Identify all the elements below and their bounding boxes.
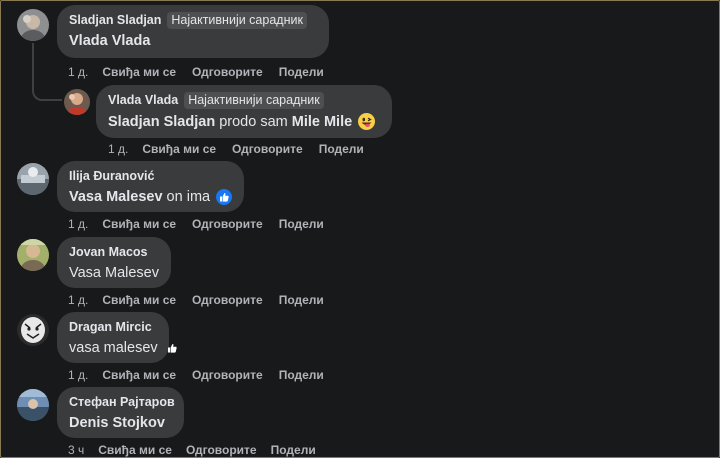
share-button[interactable]: Подели bbox=[279, 65, 324, 79]
comment-bubble: Vlada Vlada Најактивнији сарадник Sladja… bbox=[96, 85, 392, 138]
comment-actions: 3 ч Свиђа ми се Одговорите Подели bbox=[68, 443, 316, 457]
comment-text: Vasa Malesev bbox=[69, 265, 159, 281]
comment-text: Denis Stojkov bbox=[69, 415, 172, 431]
comment-author[interactable]: Стефан Рајтаров bbox=[69, 395, 175, 409]
reply-button[interactable]: Одговорите bbox=[192, 368, 263, 382]
share-button[interactable]: Подели bbox=[279, 368, 324, 382]
like-button[interactable]: Свиђа ми се bbox=[142, 142, 216, 156]
comment-bubble: Стефан Рајтаров Denis Stojkov bbox=[57, 387, 184, 438]
avatar[interactable] bbox=[64, 89, 90, 115]
comments-panel: Sladjan Sladjan Најактивнији сарадник Vl… bbox=[0, 0, 720, 458]
comment-bubble: Jovan Macos Vasa Malesev bbox=[57, 237, 171, 288]
comment-text-part: vasa malesev bbox=[69, 340, 158, 356]
share-button[interactable]: Подели bbox=[271, 443, 316, 457]
reply-button[interactable]: Одговорите bbox=[192, 65, 263, 79]
share-button[interactable]: Подели bbox=[279, 217, 324, 231]
like-button[interactable]: Свиђа ми се bbox=[102, 65, 176, 79]
comment-actions: 1 д. Свиђа ми се Одговорите Подели bbox=[68, 65, 324, 79]
reply-thread-line bbox=[32, 43, 62, 101]
comment-author[interactable]: Dragan Mircic bbox=[69, 320, 152, 334]
reply-button[interactable]: Одговорите bbox=[192, 293, 263, 307]
comment-text: Sladjan Sladjan prodo sam Mile Mile bbox=[108, 113, 380, 130]
like-button[interactable]: Свиђа ми се bbox=[102, 293, 176, 307]
comment-text: Vlada Vlada bbox=[69, 33, 317, 49]
share-button[interactable]: Подели bbox=[279, 293, 324, 307]
mention-link[interactable]: Vlada Vlada bbox=[69, 33, 150, 49]
comment-author[interactable]: Vlada Vlada bbox=[108, 93, 178, 107]
like-button[interactable]: Свиђа ми се bbox=[102, 217, 176, 231]
reply-button[interactable]: Одговорите bbox=[232, 142, 303, 156]
comment-author[interactable]: Jovan Macos bbox=[69, 245, 148, 259]
comment-actions: 1 д. Свиђа ми се Одговорите Подели bbox=[68, 293, 324, 307]
mention-link[interactable]: Vasa Malesev bbox=[69, 189, 163, 205]
mention-link[interactable]: Mile Mile bbox=[292, 114, 352, 130]
comment-timestamp[interactable]: 3 ч bbox=[68, 443, 84, 457]
comment-actions: 1 д. Свиђа ми се Одговорите Подели bbox=[68, 368, 324, 382]
comment-text: Vasa Malesev on ima bbox=[69, 189, 232, 205]
like-button[interactable]: Свиђа ми се bbox=[102, 368, 176, 382]
like-button[interactable]: Свиђа ми се bbox=[98, 443, 172, 457]
mention-link[interactable]: Sladjan Sladjan bbox=[108, 114, 215, 130]
comment-author[interactable]: Sladjan Sladjan bbox=[69, 13, 161, 27]
grinning-tongue-emoji-icon bbox=[358, 113, 376, 130]
comment-timestamp[interactable]: 1 д. bbox=[108, 142, 128, 156]
comment-text-part: prodo sam bbox=[215, 113, 292, 130]
comment-bubble: Sladjan Sladjan Најактивнији сарадник Vl… bbox=[57, 5, 329, 58]
comment-text-part: on ima bbox=[162, 189, 211, 205]
mention-link[interactable]: Denis Stojkov bbox=[69, 415, 165, 431]
avatar[interactable] bbox=[17, 389, 49, 421]
comment-timestamp[interactable]: 1 д. bbox=[68, 65, 88, 79]
avatar[interactable] bbox=[17, 163, 49, 195]
reply-button[interactable]: Одговорите bbox=[186, 443, 257, 457]
comment-timestamp[interactable]: 1 д. bbox=[68, 368, 88, 382]
avatar[interactable] bbox=[17, 239, 49, 271]
top-contributor-badge: Најактивнији сарадник bbox=[184, 91, 324, 109]
reply-button[interactable]: Одговорите bbox=[192, 217, 263, 231]
comment-text: vasa malesev bbox=[69, 340, 177, 356]
avatar[interactable] bbox=[17, 9, 49, 41]
top-contributor-badge: Најактивнији сарадник bbox=[167, 11, 307, 29]
comment-bubble: Dragan Mircic vasa malesev bbox=[57, 312, 177, 363]
share-button[interactable]: Подели bbox=[319, 142, 364, 156]
comment-timestamp[interactable]: 1 д. bbox=[68, 293, 88, 307]
comment-timestamp[interactable]: 1 д. bbox=[68, 217, 88, 231]
comment-actions: 1 д. Свиђа ми се Одговорите Подели bbox=[68, 217, 324, 231]
comment-author[interactable]: Ilija Đuranović bbox=[69, 169, 154, 183]
avatar[interactable] bbox=[17, 314, 49, 346]
like-reaction-icon[interactable] bbox=[216, 189, 232, 205]
comment-bubble: Ilija Đuranović Vasa Malesev on ima bbox=[57, 161, 244, 212]
comment-actions: 1 д. Свиђа ми се Одговорите Подели bbox=[108, 142, 364, 156]
